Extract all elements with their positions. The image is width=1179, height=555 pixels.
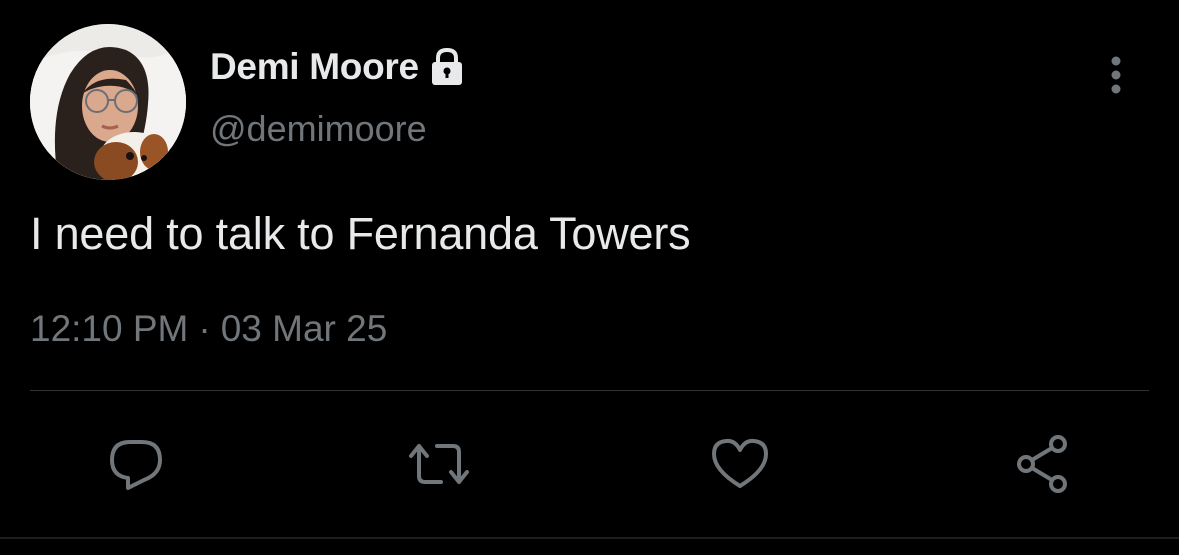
timestamp-separator: ·: [198, 308, 211, 349]
tweet-detail: Demi Moore @demimoore I need to talk to …: [0, 0, 1179, 555]
reply-button[interactable]: [104, 432, 168, 496]
heart-icon: [712, 438, 768, 488]
avatar-image: [30, 24, 186, 180]
lock-icon: [429, 47, 465, 87]
retweet-button[interactable]: [407, 432, 471, 496]
tweet-time: 12:10 PM: [30, 308, 189, 349]
tweet-text: I need to talk to Fernanda Towers: [30, 208, 691, 259]
share-icon: [1017, 435, 1067, 493]
reply-icon: [110, 440, 162, 490]
more-options-button[interactable]: [1098, 52, 1134, 98]
display-name-row: Demi Moore: [210, 44, 465, 90]
display-name[interactable]: Demi Moore: [210, 46, 419, 88]
bottom-divider: [0, 537, 1179, 539]
user-handle[interactable]: @demimoore: [210, 108, 427, 150]
share-button[interactable]: [1012, 432, 1076, 496]
tweet-timestamp[interactable]: 12:10 PM · 03 Mar 25: [30, 308, 387, 350]
tweet-date: 03 Mar 25: [220, 308, 388, 349]
like-button[interactable]: [708, 432, 772, 496]
more-vertical-icon: [1111, 56, 1121, 94]
retweet-icon: [409, 444, 469, 484]
divider: [30, 390, 1149, 391]
avatar[interactable]: [30, 24, 186, 180]
